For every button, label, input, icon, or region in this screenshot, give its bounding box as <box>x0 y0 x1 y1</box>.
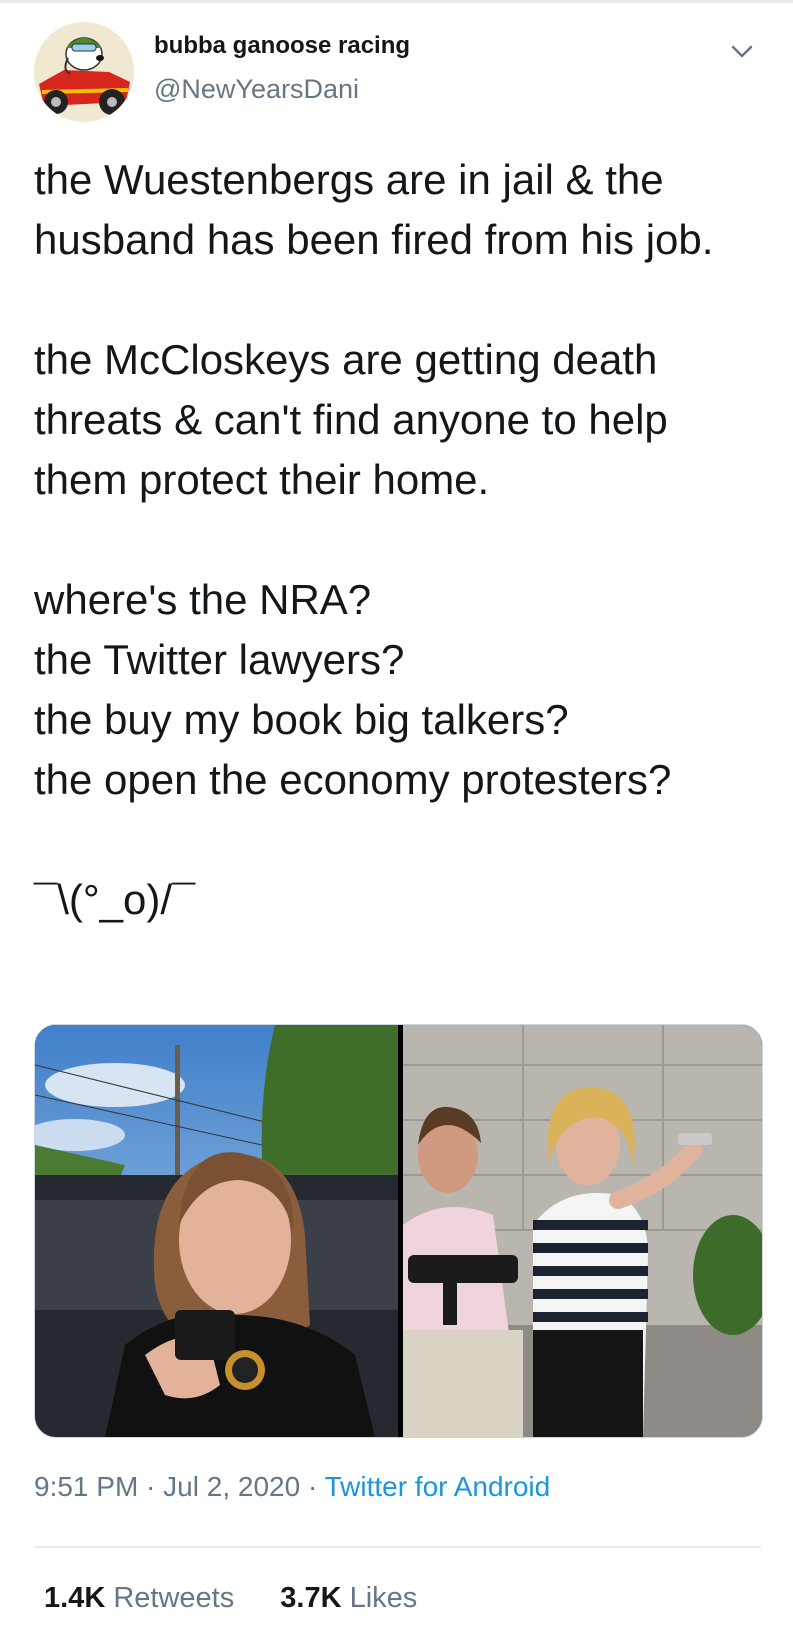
media-photo-2[interactable] <box>403 1025 762 1437</box>
tweet-stats: 1.4K Retweets 3.7K Likes <box>44 1582 455 1615</box>
display-name[interactable]: bubba ganoose racing <box>154 32 410 60</box>
tweet-date[interactable]: Jul 2, 2020 <box>163 1471 300 1502</box>
retweets-stat[interactable]: 1.4K Retweets <box>44 1582 234 1615</box>
meta-separator: · <box>138 1471 164 1502</box>
tweet-paragraph: ¯\(°_o)/¯ <box>34 876 196 923</box>
tweet-card: bubba ganoose racing @NewYearsDani the W… <box>0 0 793 1646</box>
tweet-paragraph: the McCloskeys are getting death threats… <box>34 336 668 503</box>
chevron-down-icon[interactable] <box>728 38 756 66</box>
retweets-count: 1.4K <box>44 1582 106 1614</box>
likes-label: Likes <box>349 1582 418 1614</box>
avatar[interactable] <box>34 22 134 122</box>
likes-count: 3.7K <box>280 1582 342 1614</box>
user-handle[interactable]: @NewYearsDani <box>154 74 359 105</box>
media-photo-1[interactable] <box>35 1025 398 1437</box>
retweets-label: Retweets <box>113 1582 235 1614</box>
tweet-source-link[interactable]: Twitter for Android <box>325 1471 551 1502</box>
snoopy-race-car-avatar-icon <box>34 22 134 122</box>
stats-divider <box>34 1546 761 1548</box>
tweet-header: bubba ganoose racing @NewYearsDani <box>34 22 764 122</box>
meta-separator: · <box>300 1471 325 1502</box>
tweet-text: the Wuestenbergs are in jail & the husba… <box>34 150 764 930</box>
tweet-paragraph: the Wuestenbergs are in jail & the husba… <box>34 156 714 263</box>
likes-stat[interactable]: 3.7K Likes <box>280 1582 417 1615</box>
tweet-meta: 9:51 PM · Jul 2, 2020 · Twitter for Andr… <box>34 1471 550 1503</box>
tweet-paragraph: where's the NRA? the Twitter lawyers? th… <box>34 576 672 803</box>
tweet-time[interactable]: 9:51 PM <box>34 1471 138 1502</box>
media-grid <box>34 1024 763 1438</box>
